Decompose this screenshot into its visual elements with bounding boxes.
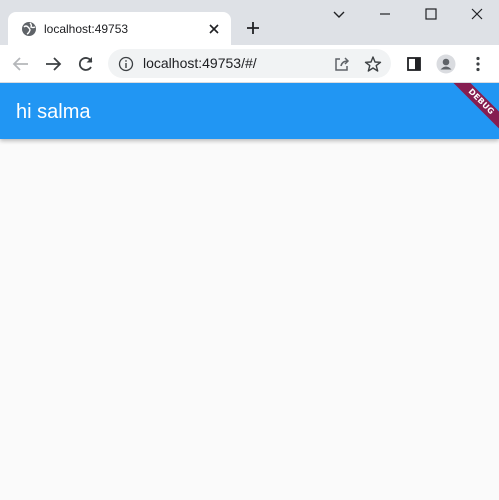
- close-icon[interactable]: [467, 4, 487, 24]
- minimize-icon[interactable]: [375, 4, 395, 24]
- maximize-icon[interactable]: [421, 4, 441, 24]
- globe-icon: [21, 21, 37, 37]
- plus-icon[interactable]: [243, 18, 263, 38]
- app-bar: hi salma: [0, 83, 499, 139]
- browser-toolbar: localhost:49753/#/: [0, 45, 499, 83]
- star-icon[interactable]: [364, 55, 382, 73]
- chevron-down-icon[interactable]: [329, 4, 349, 24]
- tab-title: localhost:49753: [44, 22, 129, 36]
- page-viewport: hi salma DEBUG: [0, 83, 499, 500]
- avatar-icon[interactable]: [436, 54, 456, 74]
- address-bar[interactable]: localhost:49753/#/: [108, 49, 391, 78]
- tab-strip: localhost:49753: [0, 0, 499, 45]
- reload-icon[interactable]: [76, 54, 96, 74]
- share-icon[interactable]: [333, 55, 351, 73]
- browser-window: localhost:49753 localhost:49753/#/ hi sa…: [0, 0, 499, 500]
- url-text[interactable]: localhost:49753/#/: [143, 55, 257, 72]
- page-title: hi salma: [16, 101, 91, 123]
- kebab-menu-icon[interactable]: [468, 54, 488, 74]
- info-icon[interactable]: [118, 56, 134, 72]
- tab-localhost[interactable]: localhost:49753: [8, 12, 231, 45]
- close-icon[interactable]: [206, 21, 222, 37]
- forward-arrow-icon[interactable]: [43, 54, 63, 74]
- back-arrow-icon[interactable]: [11, 54, 31, 74]
- side-panel-icon[interactable]: [404, 54, 424, 74]
